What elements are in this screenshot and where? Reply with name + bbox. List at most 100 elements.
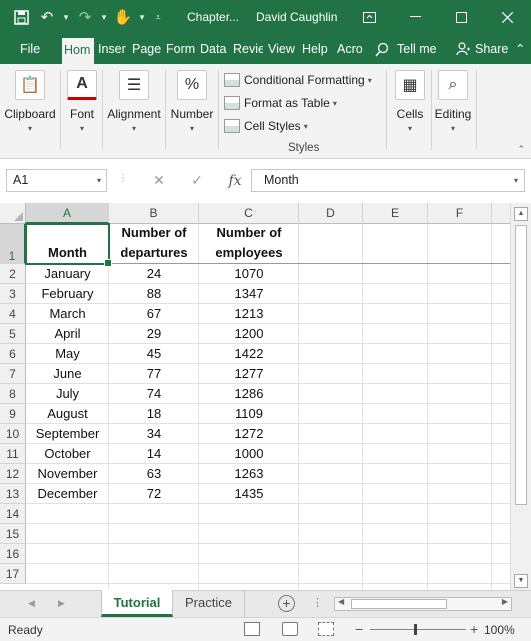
- touch-mode-icon[interactable]: ✋: [110, 0, 136, 34]
- user-name[interactable]: David Caughlin: [256, 10, 337, 24]
- table-cell[interactable]: 67: [109, 306, 199, 321]
- zoom-in-icon[interactable]: +: [470, 621, 478, 637]
- zoom-out-icon[interactable]: −: [355, 621, 363, 637]
- header-cell-departures[interactable]: Number of: [109, 225, 199, 240]
- header-cell-employees[interactable]: Number of: [199, 225, 299, 240]
- table-cell[interactable]: April: [26, 326, 109, 341]
- expand-formula-bar-icon[interactable]: ▾: [514, 170, 518, 191]
- table-cell[interactable]: 72: [109, 486, 199, 501]
- table-cell[interactable]: July: [26, 386, 109, 401]
- tab-acrobat[interactable]: Acro: [337, 34, 366, 64]
- row-header-7[interactable]: 7: [0, 364, 26, 384]
- table-cell[interactable]: 18: [109, 406, 199, 421]
- row-header-3[interactable]: 3: [0, 284, 26, 304]
- cell-styles-button[interactable]: Cell Styles ▾: [224, 116, 308, 136]
- horizontal-scroll-thumb[interactable]: [351, 599, 447, 609]
- table-cell[interactable]: May: [26, 346, 109, 361]
- page-layout-view-icon[interactable]: [282, 622, 298, 636]
- cells-group[interactable]: ▦ Cells ▾: [390, 66, 430, 152]
- conditional-formatting-button[interactable]: Conditional Formatting ▾: [224, 70, 372, 90]
- column-header-c[interactable]: C: [199, 203, 299, 224]
- column-header-f[interactable]: F: [428, 203, 492, 224]
- customize-qat-icon[interactable]: ⩡: [148, 12, 168, 23]
- formula-input[interactable]: Month ▾: [251, 169, 525, 192]
- worksheet-grid[interactable]: A B C D E F 1 2 3 4 5 6 7 8 9 10 11 12 13 14 15 16 17 Month Numb…: [0, 203, 531, 590]
- minimize-icon[interactable]: [392, 0, 438, 34]
- column-header-d[interactable]: D: [299, 203, 363, 224]
- save-icon[interactable]: [8, 0, 34, 34]
- prev-sheet-icon[interactable]: ◀: [28, 598, 35, 609]
- sheet-tab-tutorial[interactable]: Tutorial: [101, 590, 173, 617]
- header-cell-employees[interactable]: employees: [199, 245, 299, 260]
- table-cell[interactable]: 1213: [199, 306, 299, 321]
- column-header-e[interactable]: E: [363, 203, 428, 224]
- table-cell[interactable]: November: [26, 466, 109, 481]
- font-group[interactable]: A Font ▾: [63, 66, 101, 152]
- row-header-8[interactable]: 8: [0, 384, 26, 404]
- name-box[interactable]: A1 ▾: [6, 169, 107, 192]
- tab-help[interactable]: Help: [302, 34, 332, 64]
- touch-dropdown-icon[interactable]: ▾: [136, 12, 148, 23]
- table-cell[interactable]: 74: [109, 386, 199, 401]
- row-header-13[interactable]: 13: [0, 484, 26, 504]
- ribbon-options-icon[interactable]: ⌃: [515, 34, 525, 64]
- row-header-15[interactable]: 15: [0, 524, 26, 544]
- editing-group[interactable]: ⌕ Editing ▾: [432, 66, 474, 152]
- page-break-view-icon[interactable]: [318, 622, 334, 636]
- table-cell[interactable]: 1277: [199, 366, 299, 381]
- scroll-up-icon[interactable]: ▲: [514, 207, 528, 221]
- tab-review[interactable]: Revie: [233, 34, 263, 64]
- alignment-group[interactable]: ☰ Alignment ▾: [105, 66, 163, 152]
- column-header-b[interactable]: B: [109, 203, 199, 224]
- table-cell[interactable]: 14: [109, 446, 199, 461]
- formula-bar-grip-icon[interactable]: ⋮: [118, 173, 128, 184]
- table-cell[interactable]: September: [26, 426, 109, 441]
- table-cell[interactable]: 45: [109, 346, 199, 361]
- table-cell[interactable]: 29: [109, 326, 199, 341]
- undo-icon[interactable]: ↶: [34, 0, 60, 34]
- tab-data[interactable]: Data: [200, 34, 230, 64]
- tab-insert[interactable]: Inser: [98, 34, 128, 64]
- table-cell[interactable]: February: [26, 286, 109, 301]
- table-cell[interactable]: 1272: [199, 426, 299, 441]
- maximize-icon[interactable]: [438, 0, 484, 34]
- horizontal-scrollbar[interactable]: ◀ ▶: [334, 597, 512, 611]
- table-cell[interactable]: 1435: [199, 486, 299, 501]
- table-cell[interactable]: October: [26, 446, 109, 461]
- row-header-17[interactable]: 17: [0, 564, 26, 584]
- tab-home[interactable]: Hom: [62, 38, 94, 64]
- zoom-slider-thumb[interactable]: [414, 624, 417, 635]
- undo-dropdown-icon[interactable]: ▾: [60, 12, 72, 23]
- insert-function-icon[interactable]: fx: [216, 173, 254, 189]
- table-cell[interactable]: 1200: [199, 326, 299, 341]
- scroll-right-icon[interactable]: ▶: [502, 597, 508, 606]
- table-cell[interactable]: 1286: [199, 386, 299, 401]
- number-group[interactable]: % Number ▾: [168, 66, 216, 152]
- enter-icon[interactable]: ✓: [178, 172, 216, 189]
- redo-icon[interactable]: ↷: [72, 0, 98, 34]
- sheet-tab-practice[interactable]: Practice: [173, 590, 245, 617]
- cancel-icon[interactable]: ✕: [140, 172, 178, 189]
- table-cell[interactable]: 34: [109, 426, 199, 441]
- scroll-down-icon[interactable]: ▼: [514, 574, 528, 588]
- clipboard-group[interactable]: 📋 Clipboard ▾: [3, 66, 57, 152]
- tab-split-icon[interactable]: ⋮: [312, 596, 323, 609]
- next-sheet-icon[interactable]: ▶: [58, 598, 65, 609]
- table-cell[interactable]: June: [26, 366, 109, 381]
- ribbon-display-icon[interactable]: [346, 0, 392, 34]
- row-header-10[interactable]: 10: [0, 424, 26, 444]
- table-cell[interactable]: December: [26, 486, 109, 501]
- row-header-4[interactable]: 4: [0, 304, 26, 324]
- column-header-a[interactable]: A: [26, 203, 109, 224]
- tab-file[interactable]: File: [20, 34, 40, 64]
- table-cell[interactable]: 24: [109, 266, 199, 281]
- row-header-11[interactable]: 11: [0, 444, 26, 464]
- vertical-scroll-thumb[interactable]: [515, 225, 527, 505]
- close-icon[interactable]: [484, 0, 530, 34]
- table-cell[interactable]: August: [26, 406, 109, 421]
- row-header-5[interactable]: 5: [0, 324, 26, 344]
- row-header-12[interactable]: 12: [0, 464, 26, 484]
- chevron-down-icon[interactable]: ▾: [97, 170, 101, 191]
- table-cell[interactable]: January: [26, 266, 109, 281]
- table-cell[interactable]: 63: [109, 466, 199, 481]
